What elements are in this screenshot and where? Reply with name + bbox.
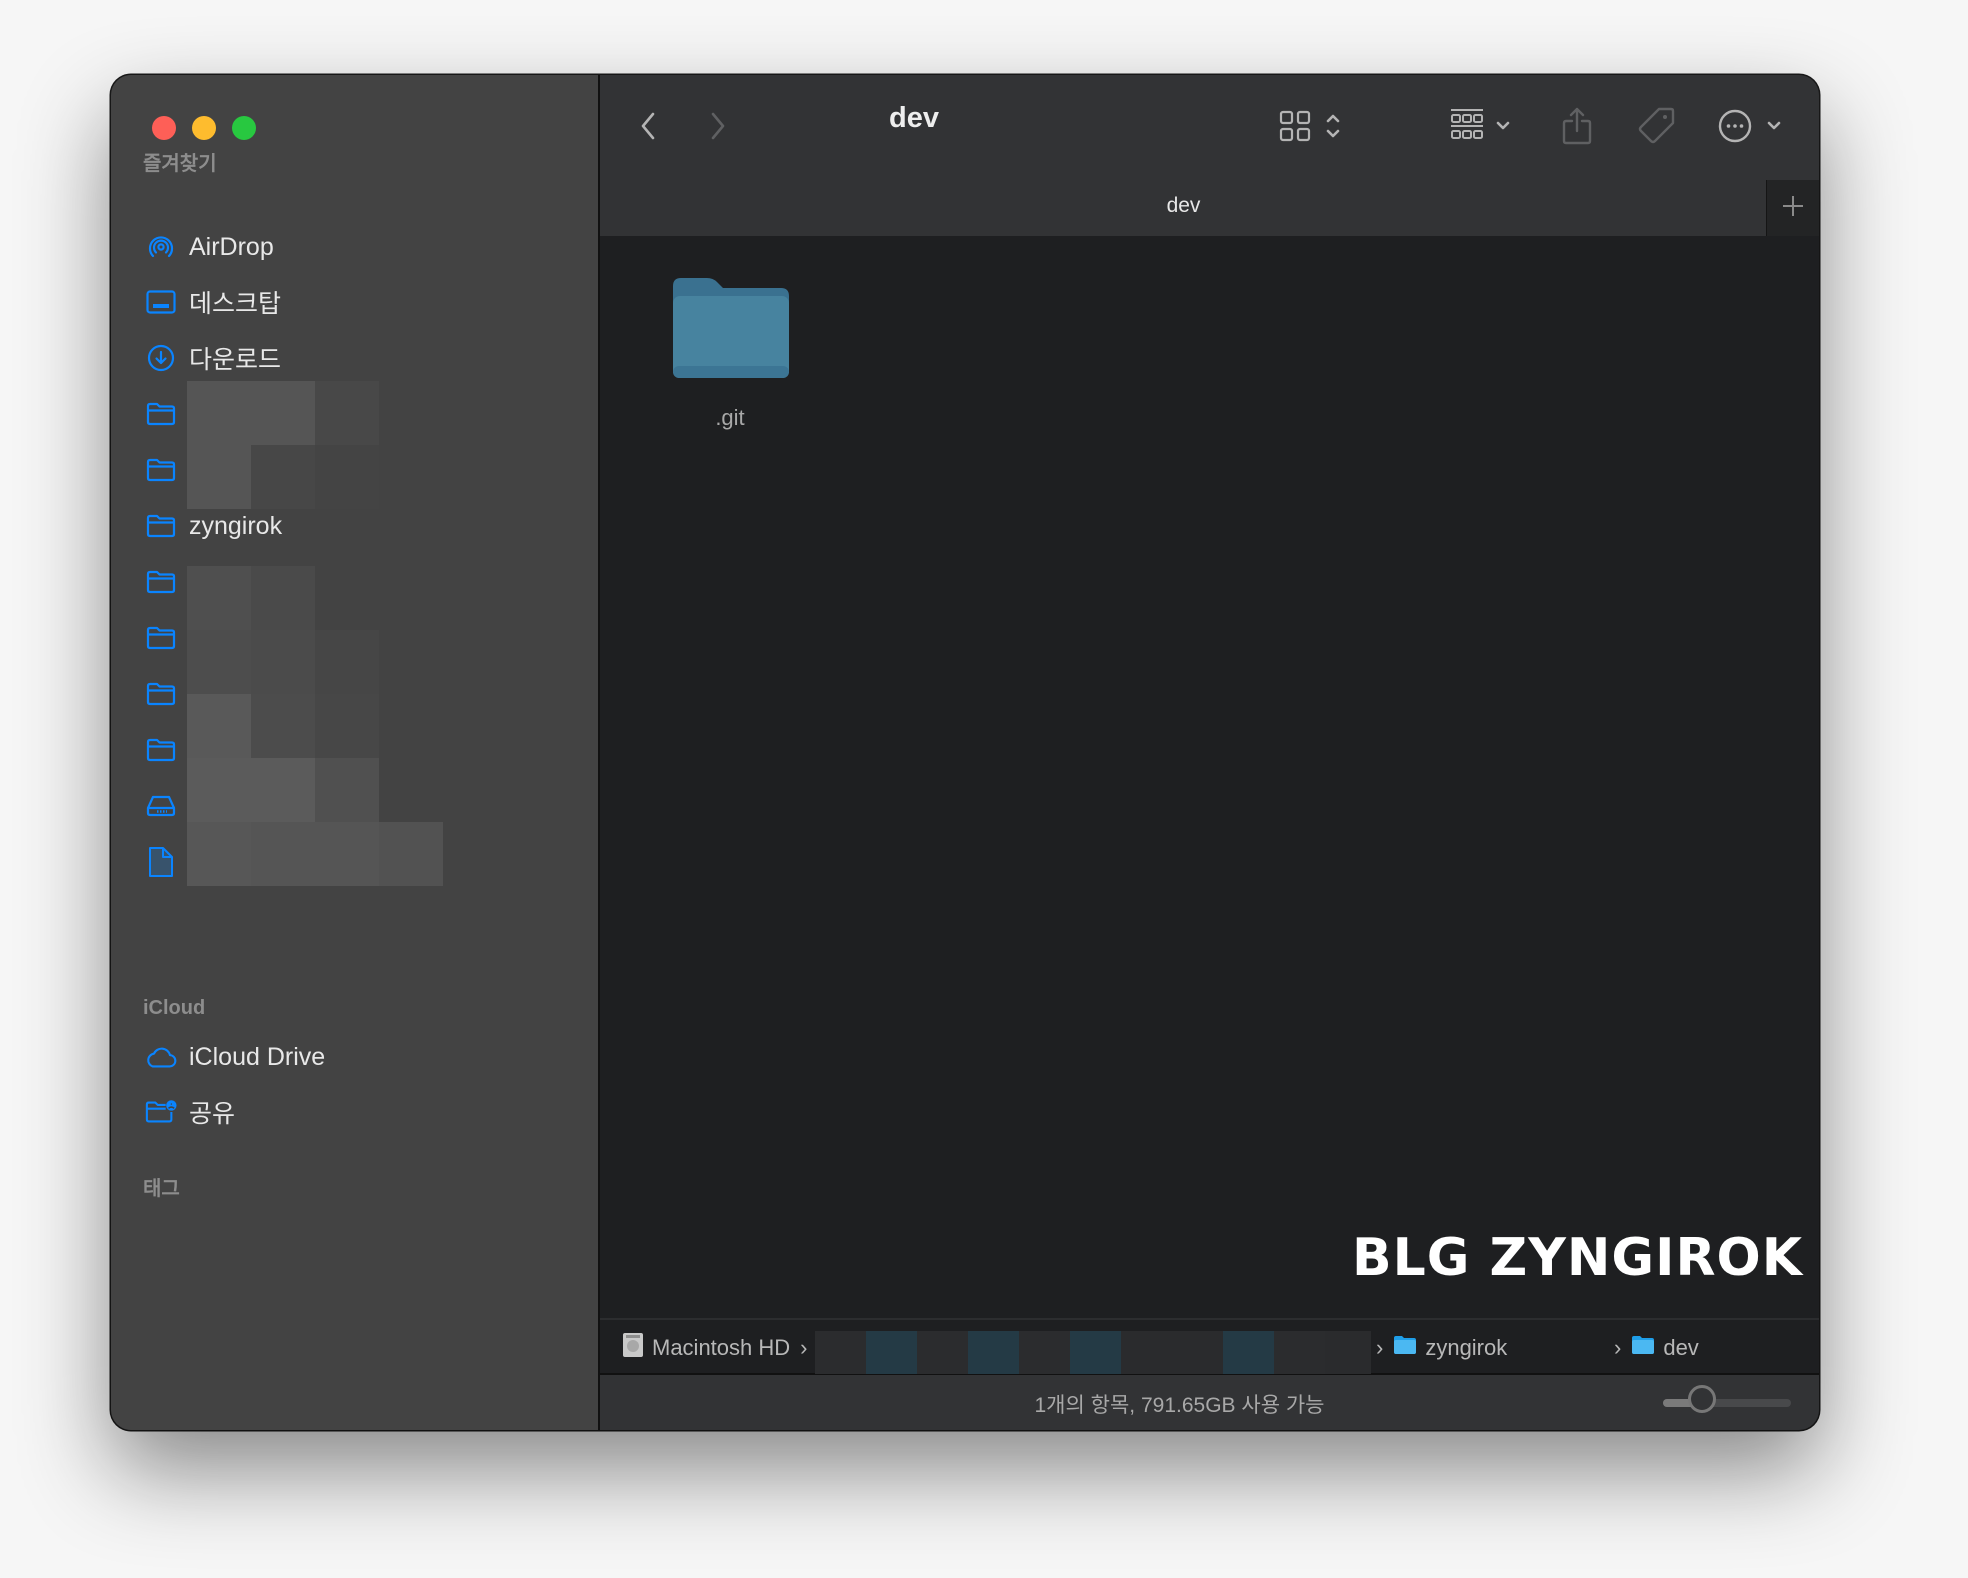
sidebar-item-label: 다운로드: [189, 346, 282, 374]
file-name: .git: [715, 405, 745, 430]
path-segment-macintosh-hd[interactable]: Macintosh HD ›: [622, 1330, 841, 1366]
folder-icon: [1393, 1335, 1417, 1361]
folder-icon: [145, 566, 177, 598]
tags-button[interactable]: [1634, 105, 1678, 151]
sidebar-header-icloud: iCloud: [143, 997, 206, 1019]
path-bar: Macintosh HD › › zyngirok › dev: [600, 1318, 1819, 1375]
folder-icon: [145, 622, 177, 654]
folder-icon: [1631, 1335, 1655, 1361]
sidebar-item-desktop[interactable]: 데스크탑: [145, 278, 585, 326]
shared-folder-icon: [145, 1096, 177, 1128]
airdrop-icon: [145, 231, 177, 263]
folder-icon: [669, 278, 791, 384]
toolbar: dev: [600, 75, 1819, 180]
sidebar-header-tags: 태그: [143, 1178, 180, 1200]
sidebar: 즐겨찾기 AirDrop 데스크탑 다운로드 zyngirok iCloud i…: [111, 75, 600, 1430]
sidebar-item-label: zyngirok: [189, 511, 283, 540]
path-segment-zyngirok[interactable]: › zyngirok: [1376, 1330, 1507, 1366]
chevron-down-icon: [1766, 119, 1782, 137]
folder-icon: [145, 454, 177, 486]
tab-bar: dev: [600, 180, 1819, 238]
cloud-icon: [145, 1041, 177, 1073]
status-text: 1개의 항목, 791.65GB 사용 가능: [1034, 1394, 1325, 1417]
slider-thumb[interactable]: [1688, 1385, 1716, 1413]
share-icon: [1562, 107, 1592, 150]
minimize-button[interactable]: [192, 116, 216, 140]
maximize-button[interactable]: [232, 116, 256, 140]
desktop-icon: [145, 286, 177, 318]
group-icon: [1449, 108, 1485, 149]
chevron-right-icon: [709, 111, 727, 146]
sidebar-header-favorites: 즐겨찾기: [143, 153, 217, 175]
sidebar-item-label: 데스크탑: [189, 290, 282, 318]
icon-size-slider[interactable]: [1663, 1385, 1791, 1413]
sidebar-item-downloads[interactable]: 다운로드: [145, 334, 585, 382]
folder-icon: [145, 678, 177, 710]
folder-icon: [145, 398, 177, 430]
sidebar-item-airdrop[interactable]: AirDrop: [145, 223, 585, 271]
sidebar-item-label: AirDrop: [189, 232, 274, 261]
sidebar-item-shared[interactable]: 공유: [145, 1088, 585, 1136]
folder-icon: [145, 734, 177, 766]
hard-drive-icon: [622, 1332, 644, 1364]
sidebar-item-zyngirok[interactable]: zyngirok: [145, 502, 585, 550]
group-button[interactable]: [1445, 105, 1515, 151]
chevron-down-icon: [1495, 119, 1511, 137]
path-segment-dev[interactable]: › dev: [1614, 1330, 1699, 1366]
status-bar: 1개의 항목, 791.65GB 사용 가능: [600, 1375, 1819, 1430]
download-icon: [145, 342, 177, 374]
window-title: dev: [889, 102, 939, 134]
file-browser: .git BLG ZYNGIROK: [600, 236, 1819, 1318]
watermark: BLG ZYNGIROK: [1351, 1228, 1803, 1288]
document-icon: [145, 846, 177, 878]
forward-button[interactable]: [700, 105, 736, 151]
new-tab-button[interactable]: [1766, 180, 1819, 236]
folder-icon: [145, 510, 177, 542]
tag-icon: [1637, 107, 1675, 150]
close-button[interactable]: [152, 116, 176, 140]
chevron-left-icon: [639, 111, 657, 146]
view-mode-button[interactable]: [1270, 105, 1350, 151]
tab-dev[interactable]: dev: [600, 194, 1767, 218]
sidebar-item-label: iCloud Drive: [189, 1042, 326, 1071]
ellipsis-circle-icon: [1718, 109, 1752, 148]
drive-icon: [145, 790, 177, 822]
file-item-git[interactable]: .git: [660, 276, 800, 431]
grid-icon: [1279, 110, 1311, 147]
back-button[interactable]: [630, 105, 666, 151]
share-button[interactable]: [1557, 105, 1597, 151]
more-actions-button[interactable]: [1712, 105, 1788, 151]
sidebar-item-icloud-drive[interactable]: iCloud Drive: [145, 1033, 585, 1081]
sidebar-item-label: 공유: [189, 1100, 236, 1128]
plus-icon: [1782, 195, 1804, 222]
chevron-updown-icon: [1325, 111, 1341, 146]
finder-window: 즐겨찾기 AirDrop 데스크탑 다운로드 zyngirok iCloud i…: [111, 75, 1819, 1430]
